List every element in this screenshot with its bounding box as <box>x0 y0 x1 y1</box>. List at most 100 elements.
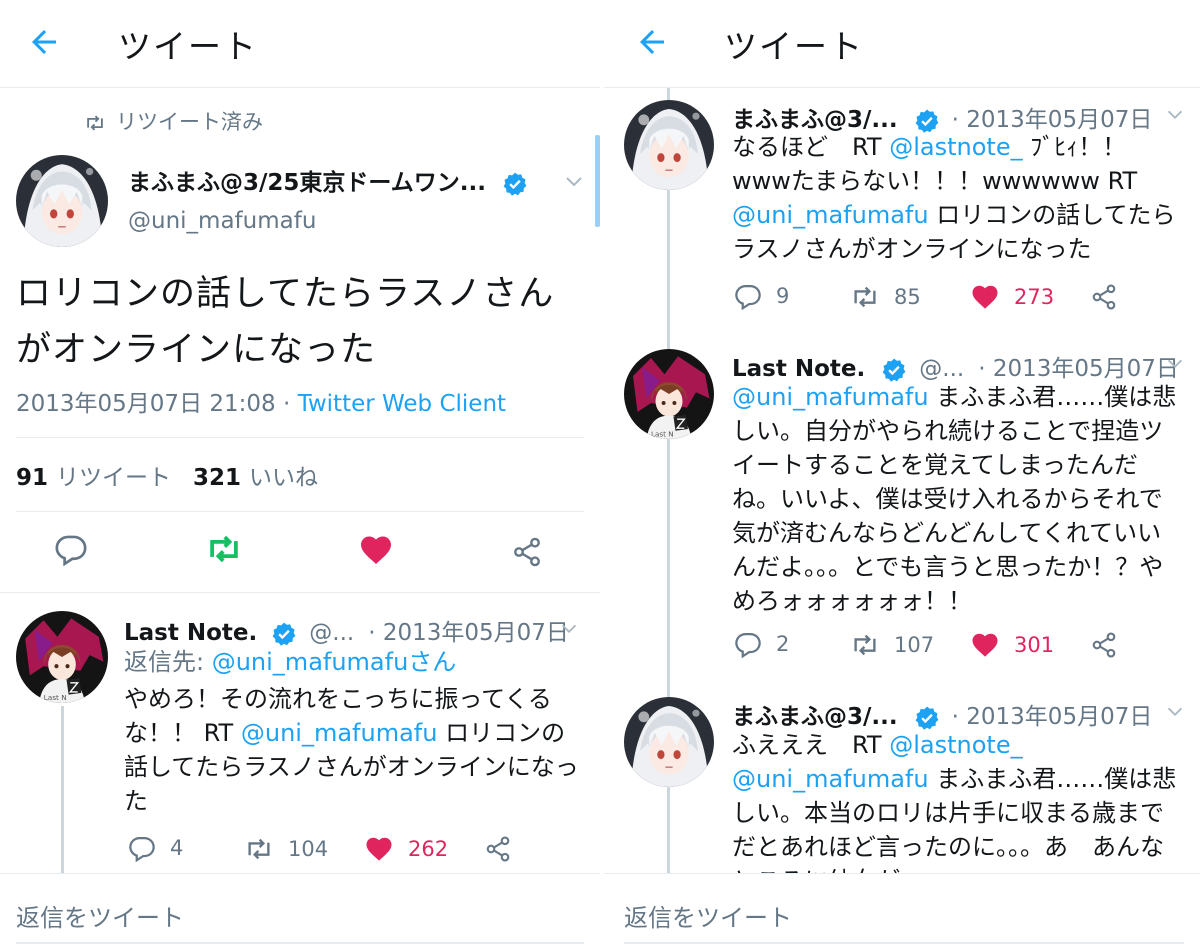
retweet-count[interactable]: 104 <box>244 834 328 864</box>
mention-link[interactable]: @uni_mafumafu <box>732 201 929 229</box>
retweet-button[interactable] <box>205 530 243 568</box>
reply-author-handle: @... <box>309 620 355 646</box>
chevron-down-icon[interactable] <box>1164 353 1186 375</box>
reply-timestamp: · 2013年05月07日 <box>368 620 569 646</box>
reply-count[interactable]: 4 <box>128 834 183 862</box>
tweet-text-part: ふえええ RT <box>732 731 890 759</box>
tweet-client-link[interactable]: Twitter Web Client <box>298 391 506 417</box>
like-count-label: いいね <box>249 465 319 491</box>
author-name[interactable]: まふまふ@3/25東京ドームワン... <box>128 163 528 197</box>
like-button[interactable] <box>358 532 394 568</box>
share-icon[interactable] <box>1090 631 1118 659</box>
reply-to-line: 返信先: @uni_mafumafuさん <box>124 645 584 679</box>
reply-count-value: 4 <box>170 836 184 860</box>
retweet-count: 91 <box>16 465 49 491</box>
retweet-count[interactable]: 107 <box>850 630 934 660</box>
divider <box>0 592 600 593</box>
retweet-icon <box>850 630 880 660</box>
like-count: 321 <box>193 465 242 491</box>
tweet-author[interactable]: まふまふ@3/... · 2013年05月07日 <box>732 100 1152 134</box>
chevron-down-icon[interactable] <box>562 170 586 194</box>
tweet-timestamp: · 2013年05月07日 <box>951 704 1153 730</box>
retweet-count-value: 104 <box>288 837 329 861</box>
verified-badge-icon <box>502 171 528 197</box>
retweet-count-label: リツイート <box>56 465 172 491</box>
chevron-down-icon[interactable] <box>1164 701 1186 723</box>
reply-button[interactable] <box>54 532 88 566</box>
like-count-value: 301 <box>1014 633 1055 657</box>
like-count[interactable]: 262 <box>364 834 448 864</box>
mention-link[interactable]: @uni_mafumafu <box>732 383 929 411</box>
reply-icon <box>734 630 762 658</box>
reply-placeholder[interactable]: 返信をツイート <box>624 898 792 933</box>
mention-link[interactable]: @lastnote_ <box>889 731 1022 759</box>
engagement-counts[interactable]: 91 リツイート 321 いいね <box>16 458 318 492</box>
retweet-count[interactable]: 85 <box>850 282 921 312</box>
tweet-author-handle: @... <box>919 356 965 382</box>
retweeted-indicator: リツイート済み <box>84 106 263 136</box>
tweet-text: なるほど RT @lastnote_ ﾌﾞﾋｨ！！wwwたまらない！！！wwww… <box>732 130 1182 266</box>
tweet-author[interactable]: まふまふ@3/... · 2013年05月07日 <box>732 697 1152 731</box>
tweet-author-name: まふまふ@3/... <box>732 704 898 730</box>
reply-count-value: 9 <box>776 284 790 308</box>
retweet-count-value: 107 <box>894 633 935 657</box>
page-title: ツイート <box>724 27 864 66</box>
mention-link[interactable]: @uni_mafumafu <box>732 765 929 793</box>
reply-author[interactable]: Last Note. @... · 2013年05月07日 <box>124 613 569 647</box>
retweet-icon <box>244 834 274 864</box>
tweet-text: @uni_mafumafu まふまふ君……僕は悲しい。自分がやられ続けることで捏… <box>732 380 1184 618</box>
left-tweet-pane: ツイート リツイート済み まふまふ@3/25東京ドームワン... @uni_ma… <box>0 0 600 947</box>
verified-badge-icon <box>914 705 940 731</box>
tweet-text-part: まふまふ君……僕は悲しい。自分がやられ続けることで捏造ツイートすることを覚えてし… <box>732 383 1177 615</box>
back-arrow-icon[interactable] <box>26 24 62 60</box>
tweet-meta: 2013年05月07日 21:08 · Twitter Web Client <box>16 384 506 418</box>
avatar-mafumafu[interactable] <box>624 697 714 787</box>
reply-composer[interactable]: 返信をツイート <box>0 873 600 947</box>
author-handle[interactable]: @uni_mafumafu <box>128 208 316 234</box>
avatar-mafumafu[interactable] <box>624 100 714 190</box>
reply-to-user[interactable]: @uni_mafumafuさん <box>212 648 457 676</box>
retweeted-label: リツイート済み <box>116 110 263 134</box>
reply-placeholder[interactable]: 返信をツイート <box>16 898 184 933</box>
tweet-text-part: なるほど RT <box>732 133 890 161</box>
verified-badge-icon <box>271 621 297 647</box>
reply-composer[interactable]: 返信をツイート <box>604 873 1200 947</box>
divider <box>16 437 584 438</box>
reply-icon <box>734 282 762 310</box>
share-icon[interactable] <box>484 835 512 863</box>
thread-line <box>61 706 64 876</box>
back-arrow-icon[interactable] <box>634 24 670 60</box>
retweet-icon <box>84 112 106 134</box>
reply-count[interactable]: 2 <box>734 630 789 658</box>
like-count-value: 273 <box>1014 285 1055 309</box>
top-bar: ツイート <box>0 0 600 88</box>
like-count[interactable]: 273 <box>970 282 1054 312</box>
like-count-value: 262 <box>408 837 449 861</box>
chevron-down-icon[interactable] <box>1164 104 1186 126</box>
tweet-timestamp: · 2013年05月07日 <box>978 356 1179 382</box>
retweet-count-value: 85 <box>894 285 921 309</box>
composer-underline <box>16 942 584 944</box>
reply-author-name: Last Note. <box>124 620 258 646</box>
mention-link[interactable]: @lastnote_ <box>889 133 1022 161</box>
share-button[interactable] <box>511 536 543 568</box>
page-title: ツイート <box>118 27 258 66</box>
tweet-author-name: Last Note. <box>732 356 866 382</box>
avatar-mafumafu[interactable] <box>16 155 108 247</box>
verified-badge-icon <box>881 357 907 383</box>
share-icon[interactable] <box>1090 283 1118 311</box>
reply-icon <box>128 834 156 862</box>
reply-count-value: 2 <box>776 632 790 656</box>
right-thread-pane: ツイート まふまふ@3/... · 2013年05月07日 なるほど RT @l… <box>604 0 1200 947</box>
meta-dot: · <box>275 391 298 417</box>
tweet-text: ロリコンの話してたらラスノさんがオンラインになった <box>16 274 555 370</box>
tweet-timestamp: 2013年05月07日 21:08 <box>16 391 276 417</box>
mention-link[interactable]: @uni_mafumafu <box>241 719 438 747</box>
avatar-lastnote[interactable] <box>624 349 714 439</box>
like-count[interactable]: 301 <box>970 630 1054 660</box>
avatar-lastnote[interactable] <box>16 611 108 703</box>
chevron-down-icon[interactable] <box>558 618 580 640</box>
reply-count[interactable]: 9 <box>734 282 789 310</box>
retweet-icon <box>850 282 880 312</box>
tweet-author[interactable]: Last Note. @... · 2013年05月07日 <box>732 349 1179 383</box>
